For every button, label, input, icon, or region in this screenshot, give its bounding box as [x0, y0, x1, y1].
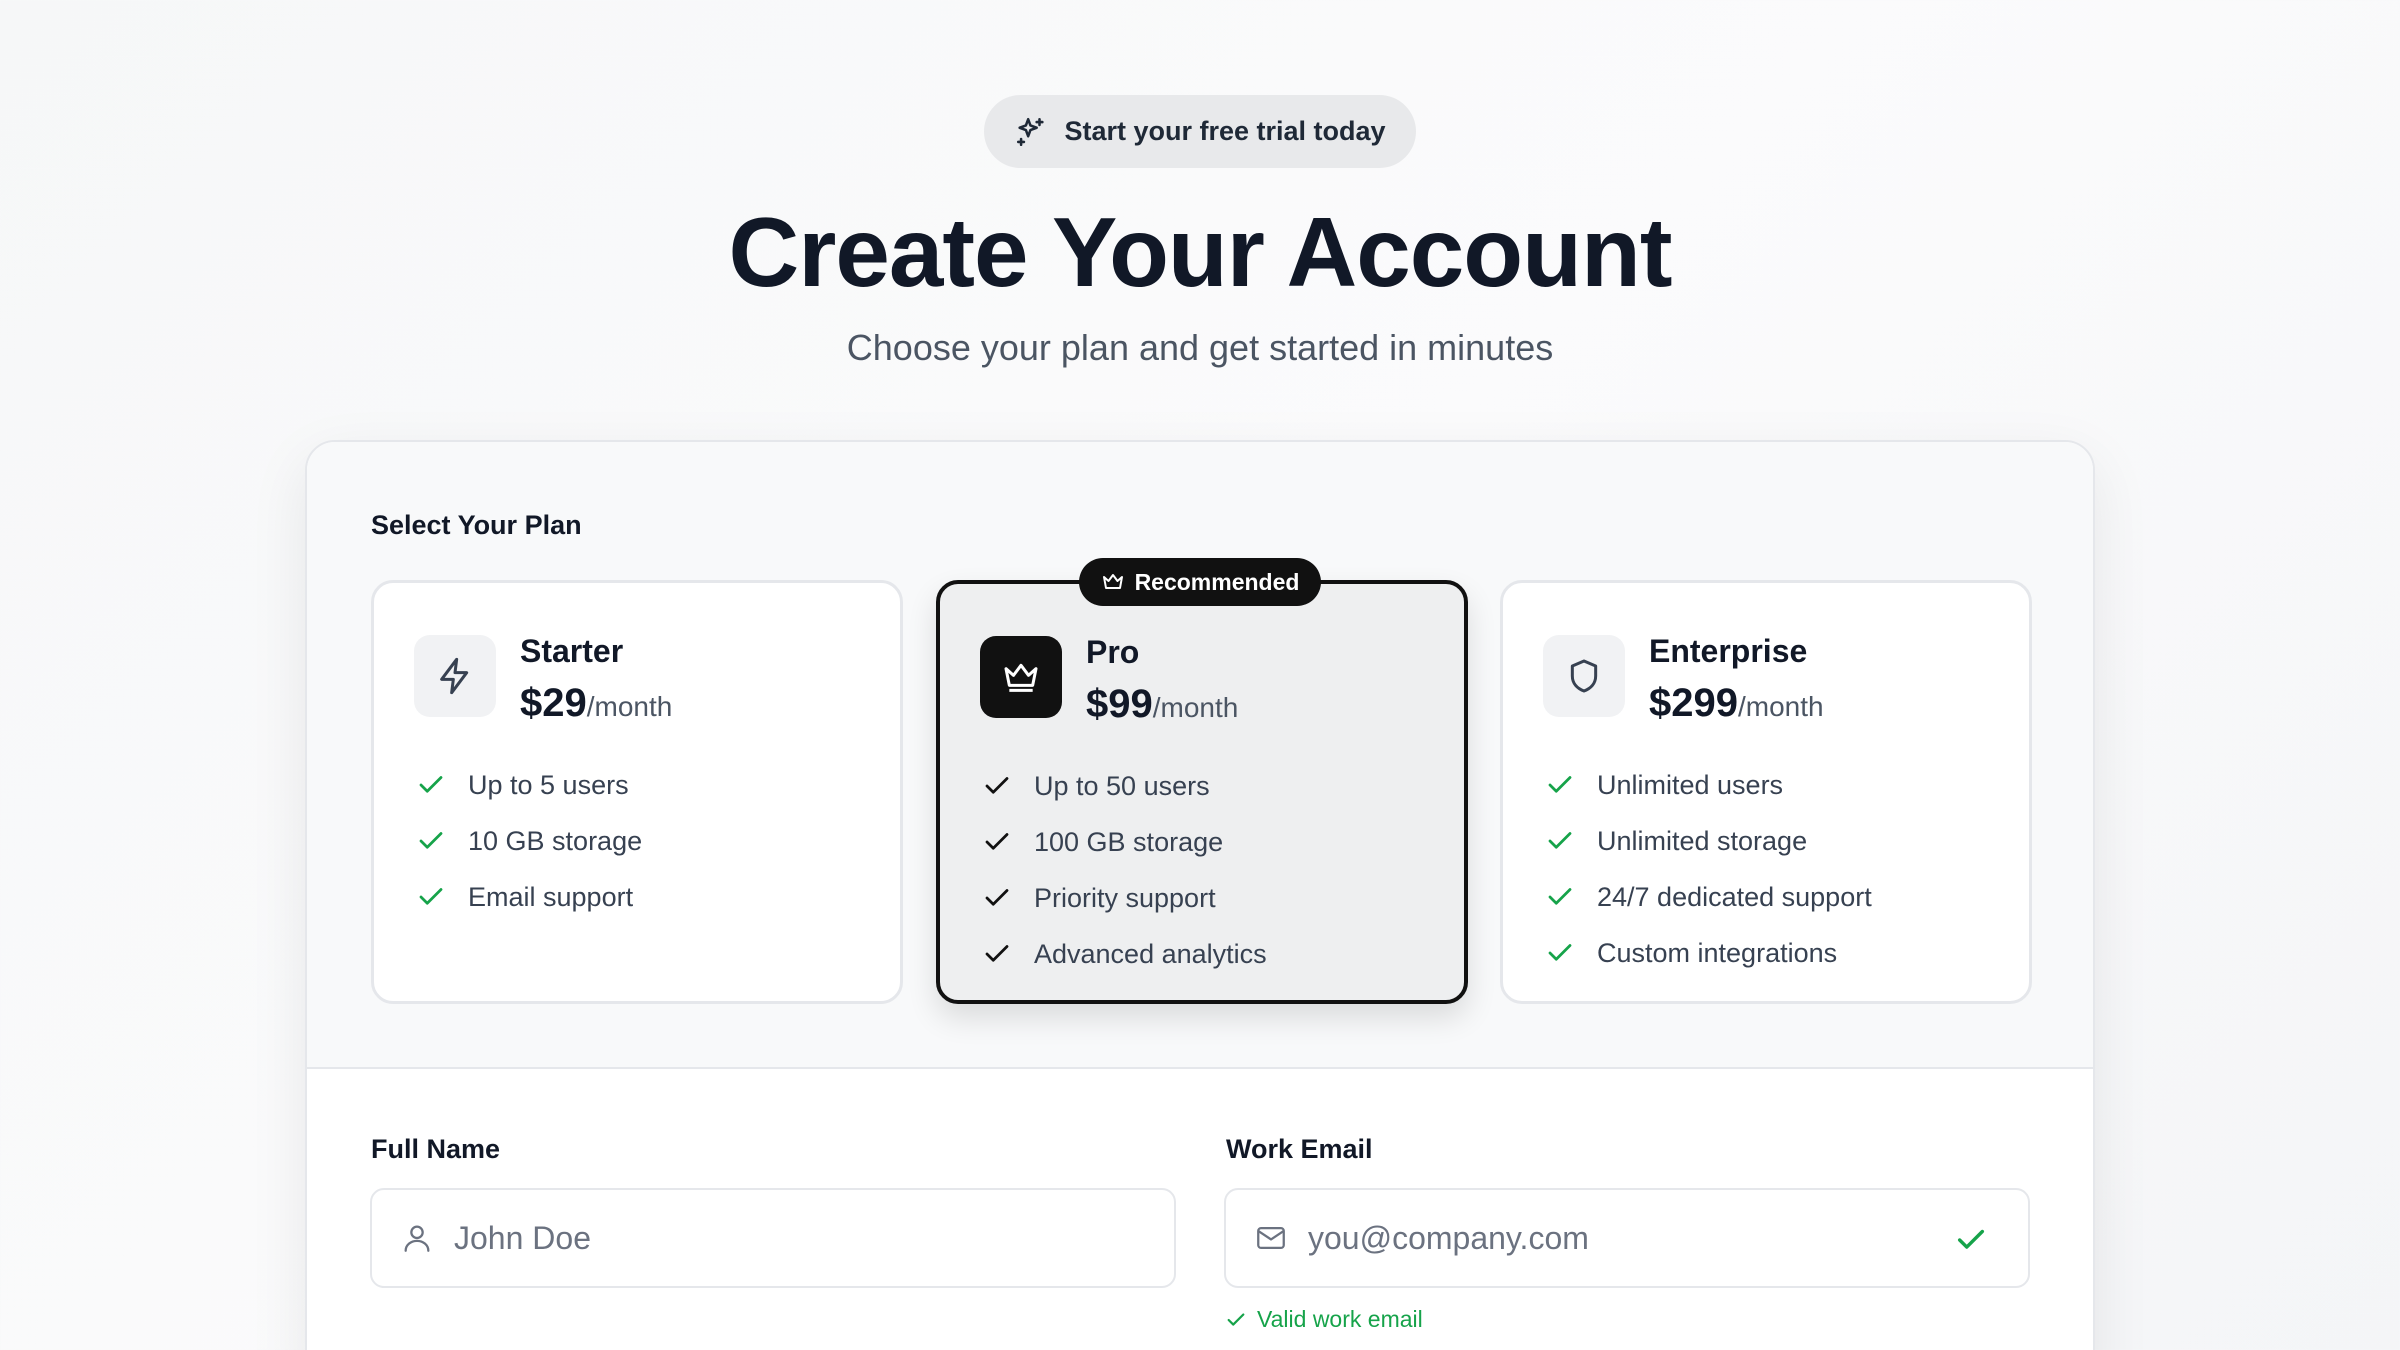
check-icon: [985, 889, 1009, 906]
feature-item: 24/7 dedicated support: [1545, 869, 1872, 925]
validation-text: Valid work email: [1257, 1306, 1423, 1332]
check-icon: [1548, 832, 1572, 849]
feature-item: 100 GB storage: [982, 814, 1267, 870]
price-amount: $29: [520, 681, 587, 725]
feature-item: Email support: [416, 869, 642, 925]
plan-icon-container: [980, 636, 1062, 718]
plan-section-label: Select Your Plan: [371, 510, 582, 540]
price-period: /month: [1737, 691, 1824, 722]
check-icon: [419, 888, 443, 905]
check-icon: [985, 777, 1009, 794]
full-name-field[interactable]: [370, 1188, 1176, 1288]
feature-text: Unlimited storage: [1597, 825, 1808, 856]
check-icon: [419, 776, 443, 793]
feature-text: Up to 50 users: [1034, 770, 1210, 801]
page-subtitle: Choose your plan and get started in minu…: [846, 327, 1554, 368]
valid-check-icon: [1957, 1229, 1985, 1249]
recommended-label: Recommended: [1134, 568, 1300, 595]
price-amount: $99: [1086, 682, 1153, 726]
full-name-input[interactable]: [454, 1219, 1074, 1257]
feature-item: 10 GB storage: [416, 813, 642, 869]
feature-text: Email support: [468, 881, 634, 912]
feature-item: Up to 5 users: [416, 757, 642, 813]
feature-text: Up to 5 users: [468, 769, 629, 800]
plan-icon-container: [414, 635, 496, 717]
feature-item: Unlimited storage: [1545, 813, 1872, 869]
full-name-label: Full Name: [371, 1134, 501, 1164]
feature-list: Up to 50 users 100 GB storage Priority s…: [982, 758, 1267, 982]
user-icon: [404, 1225, 430, 1252]
check-icon: [1548, 944, 1572, 961]
free-trial-pill: Start your free trial today: [984, 95, 1416, 168]
work-email-field[interactable]: [1224, 1188, 2030, 1288]
check-icon: [1227, 1312, 1245, 1326]
plan-card-starter[interactable]: Starter $29/month Up to 5 users 10 GB st…: [371, 580, 903, 1004]
feature-text: Advanced analytics: [1034, 938, 1267, 969]
plan-selection-section: Select Your Plan Starter $29/month Up to…: [307, 442, 2093, 1069]
recommended-badge: Recommended: [1079, 558, 1321, 606]
mail-icon: [1257, 1226, 1285, 1250]
free-trial-text: Start your free trial today: [1064, 116, 1386, 146]
work-email-label: Work Email: [1226, 1134, 1373, 1164]
check-icon: [1548, 888, 1572, 905]
feature-item: Priority support: [982, 870, 1267, 926]
check-icon: [985, 945, 1009, 962]
feature-list: Up to 5 users 10 GB storage Email suppor…: [416, 757, 642, 925]
lightning-icon: [440, 657, 469, 695]
shield-icon: [1570, 659, 1598, 693]
crown-icon: [1004, 663, 1038, 692]
feature-text: Unlimited users: [1597, 769, 1784, 800]
plan-price: $299/month: [1649, 681, 1824, 726]
plan-icon-container: [1543, 635, 1625, 717]
plan-name: Enterprise: [1649, 633, 1808, 669]
plan-price: $99/month: [1086, 682, 1238, 727]
plan-name: Starter: [520, 633, 624, 669]
feature-text: Priority support: [1034, 882, 1216, 913]
work-email-input[interactable]: [1308, 1219, 1928, 1257]
plan-card-pro[interactable]: Pro $99/month Up to 50 users 100 GB stor…: [936, 580, 1468, 1004]
feature-item: Up to 50 users: [982, 758, 1267, 814]
check-icon: [419, 832, 443, 849]
feature-list: Unlimited users Unlimited storage 24/7 d…: [1545, 757, 1872, 981]
feature-text: 24/7 dedicated support: [1597, 881, 1872, 912]
plan-card-enterprise[interactable]: Enterprise $299/month Unlimited users Un…: [1500, 580, 2032, 1004]
email-validation-message: Valid work email: [1225, 1306, 1423, 1333]
page-title: Create Your Account: [728, 197, 1672, 307]
price-period: /month: [586, 691, 673, 722]
check-icon: [985, 833, 1009, 850]
feature-text: 100 GB storage: [1034, 826, 1224, 857]
feature-text: 10 GB storage: [468, 825, 643, 856]
sparkles-icon: [1017, 117, 1045, 146]
crown-icon: [1102, 574, 1123, 589]
feature-item: Advanced analytics: [982, 926, 1267, 982]
feature-item: Custom integrations: [1545, 925, 1872, 981]
price-period: /month: [1152, 692, 1239, 723]
plan-price: $29/month: [520, 681, 672, 726]
check-icon: [1548, 776, 1572, 793]
price-amount: $299: [1649, 681, 1738, 725]
feature-item: Unlimited users: [1545, 757, 1872, 813]
feature-text: Custom integrations: [1597, 937, 1838, 968]
plan-name: Pro: [1086, 634, 1140, 670]
